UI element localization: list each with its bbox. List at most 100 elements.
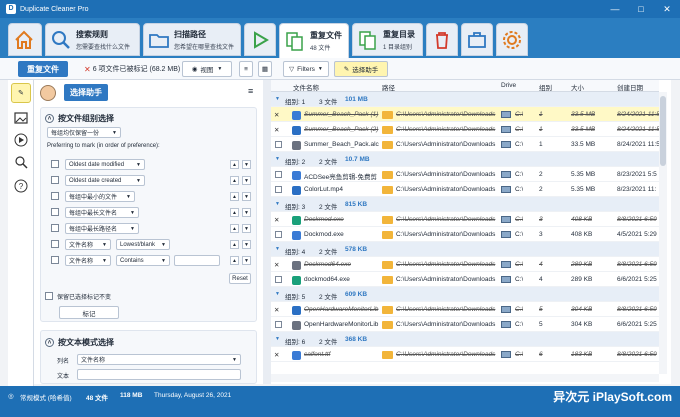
tab-tools[interactable] — [461, 23, 493, 56]
col-header-drive[interactable]: Drive — [501, 82, 516, 89]
rule-1-field[interactable]: Oldest date modified ▼ — [65, 159, 145, 170]
rule-3-down-button[interactable]: ▼ — [242, 192, 251, 201]
rule-4-field[interactable]: 每组中最长文件名 ▼ — [65, 207, 139, 218]
marked-x-icon[interactable]: ✕ — [274, 351, 279, 359]
rule-5-up-button[interactable]: ▲ — [230, 224, 239, 233]
file-row[interactable]: dockmod64.exe C:\Users\Administrator\Down… — [271, 272, 659, 287]
tab-settings[interactable] — [496, 23, 528, 56]
text-pattern-input[interactable] — [77, 369, 241, 380]
rule-2-up-button[interactable]: ▲ — [230, 176, 239, 185]
rule-2-checkbox[interactable] — [51, 176, 59, 184]
row-checkbox[interactable] — [275, 321, 282, 328]
tab-scan-paths[interactable]: 扫描路径 您希望在哪里查找文件 — [143, 23, 241, 56]
keep-marks-checkbox[interactable] — [45, 292, 53, 300]
help-icon[interactable]: ? — [11, 176, 31, 196]
image-preview-icon[interactable] — [11, 108, 31, 128]
marked-x-icon[interactable]: ✕ — [274, 126, 279, 134]
group-header-row[interactable]: ▼ 组别: 2 2 文件 10.7 MB — [271, 152, 659, 167]
row-checkbox[interactable] — [275, 171, 282, 178]
row-checkbox[interactable] — [275, 231, 282, 238]
group-header-row[interactable]: ▼ 组别: 6 2 文件 368 KB — [271, 332, 659, 347]
group-expand-icon[interactable]: ▼ — [275, 336, 280, 342]
rule-2-field[interactable]: Oldest date created ▼ — [65, 175, 145, 186]
group-expand-icon[interactable]: ▼ — [275, 246, 280, 252]
file-row[interactable]: ACDSee亮鱼剪辑-免费剪 C:\Users\Administrator\Dow… — [271, 167, 659, 182]
list-view-button[interactable]: ≡ — [239, 61, 253, 77]
rule-4-checkbox[interactable] — [51, 208, 59, 216]
file-row[interactable]: ✕ calfont.ttf C:\Users\Administrator\Downl… — [271, 347, 659, 362]
media-play-icon[interactable] — [11, 130, 31, 150]
rule-7-up-button[interactable]: ▲ — [230, 256, 239, 265]
rule-5-checkbox[interactable] — [51, 224, 59, 232]
rule-6-checkbox[interactable] — [51, 240, 59, 248]
file-row[interactable]: ✕ Dockmod.exe C:\Users\Administrator\Downl… — [271, 212, 659, 227]
filters-button[interactable]: ▽ Filters ▼ — [283, 61, 329, 77]
selection-assistant-side-icon[interactable]: ✎ — [11, 83, 31, 103]
column-select[interactable]: 文件名称 ▼ — [77, 354, 241, 365]
file-row[interactable]: OpenHardwareMonitorLib C:\Users\Administr… — [271, 317, 659, 332]
col-header-path[interactable]: 路径 — [382, 82, 395, 92]
vertical-scrollbar[interactable] — [659, 92, 667, 374]
row-checkbox[interactable] — [275, 141, 282, 148]
tab-start-scan[interactable] — [244, 23, 276, 56]
rule-6-operator[interactable]: Lowest/blank ▼ — [116, 239, 170, 250]
file-row[interactable]: ✕ Summer_Beach_Pack (1) C:\Users\Administr… — [271, 107, 659, 122]
group-expand-icon[interactable]: ▼ — [275, 96, 280, 102]
rule-6-down-button[interactable]: ▼ — [242, 240, 251, 249]
panel-splitter[interactable] — [263, 80, 271, 384]
collapse-icon[interactable]: ˄ — [45, 114, 54, 123]
group-expand-icon[interactable]: ▼ — [275, 291, 280, 297]
reset-button[interactable]: Reset — [229, 273, 251, 284]
rule-3-up-button[interactable]: ▲ — [230, 192, 239, 201]
rule-2-down-button[interactable]: ▼ — [242, 176, 251, 185]
scroll-thumb[interactable] — [660, 96, 666, 166]
panel-menu-icon[interactable]: ≡ — [248, 86, 253, 96]
group-expand-icon[interactable]: ▼ — [275, 156, 280, 162]
rule-7-checkbox[interactable] — [51, 256, 59, 264]
col-header-group[interactable]: 组别 — [539, 82, 552, 92]
rule-3-checkbox[interactable] — [51, 192, 59, 200]
rule-5-down-button[interactable]: ▼ — [242, 224, 251, 233]
maximize-button[interactable]: □ — [628, 0, 654, 18]
tab-search-rules[interactable]: 搜索规则 您需要查找什么文件 — [45, 23, 140, 56]
rule-1-up-button[interactable]: ▲ — [230, 160, 239, 169]
search-side-icon[interactable] — [11, 152, 31, 172]
rule-7-field[interactable]: 文件名称 ▼ — [65, 255, 111, 266]
group-mode-select[interactable]: 每组均仅保留一份 ▼ — [47, 127, 121, 138]
tab-duplicate-folders[interactable]: 重复目录 1 目录组别 — [352, 23, 423, 56]
selection-assistant-button[interactable]: ✎ 选择助手 — [334, 61, 388, 77]
rule-7-operator[interactable]: Contains ▼ — [116, 255, 170, 266]
minimize-button[interactable]: — — [602, 0, 628, 18]
file-row[interactable]: ColorLut.mp4 C:\Users\Administrator\Downl… — [271, 182, 659, 197]
grid-view-button[interactable]: ▦ — [258, 61, 272, 77]
rule-5-field[interactable]: 每组中最长路径名 ▼ — [65, 223, 139, 234]
group-header-row[interactable]: ▼ 组别: 4 2 文件 578 KB — [271, 242, 659, 257]
col-header-size[interactable]: 大小 — [571, 82, 584, 92]
file-row[interactable]: ✕ Summer_Beach_Pack (2) C:\Users\Administr… — [271, 122, 659, 137]
horizontal-scrollbar[interactable] — [271, 374, 659, 382]
rule-6-field[interactable]: 文件名称 ▼ — [65, 239, 111, 250]
mark-button[interactable]: 标记 — [59, 306, 119, 319]
collapse-icon[interactable]: ˄ — [45, 338, 54, 347]
rule-1-checkbox[interactable] — [51, 160, 59, 168]
group-header-row[interactable]: ▼ 组别: 1 3 文件 101 MB — [271, 92, 659, 107]
file-row[interactable]: Summer_Beach_Pack.alc C:\Users\Administra… — [271, 137, 659, 152]
rule-7-down-button[interactable]: ▼ — [242, 256, 251, 265]
close-button[interactable]: ✕ — [654, 0, 680, 18]
tab-duplicate-files[interactable]: 重复文件 48 文件 — [279, 23, 349, 58]
rule-3-field[interactable]: 每组中最小的文件 ▼ — [65, 191, 135, 202]
rule-1-down-button[interactable]: ▼ — [242, 160, 251, 169]
rule-4-down-button[interactable]: ▼ — [242, 208, 251, 217]
row-checkbox[interactable] — [275, 276, 282, 283]
tab-delete[interactable] — [426, 23, 458, 56]
tab-home[interactable] — [8, 23, 42, 56]
group-header-row[interactable]: ▼ 组别: 5 2 文件 609 KB — [271, 287, 659, 302]
file-row[interactable]: Dockmod.exe C:\Users\Administrator\Downlo… — [271, 227, 659, 242]
duplicate-files-button[interactable]: 重复文件 — [18, 61, 68, 77]
rule-7-text-input[interactable] — [174, 255, 220, 266]
file-row[interactable]: ✕ OpenHardwareMonitorLib C:\Users\Administ… — [271, 302, 659, 317]
col-header-created[interactable]: 创建日期 — [617, 82, 643, 92]
marked-x-icon[interactable]: ✕ — [274, 216, 279, 224]
view-dropdown[interactable]: ◉ 视图 ▼ — [182, 61, 232, 77]
rule-4-up-button[interactable]: ▲ — [230, 208, 239, 217]
